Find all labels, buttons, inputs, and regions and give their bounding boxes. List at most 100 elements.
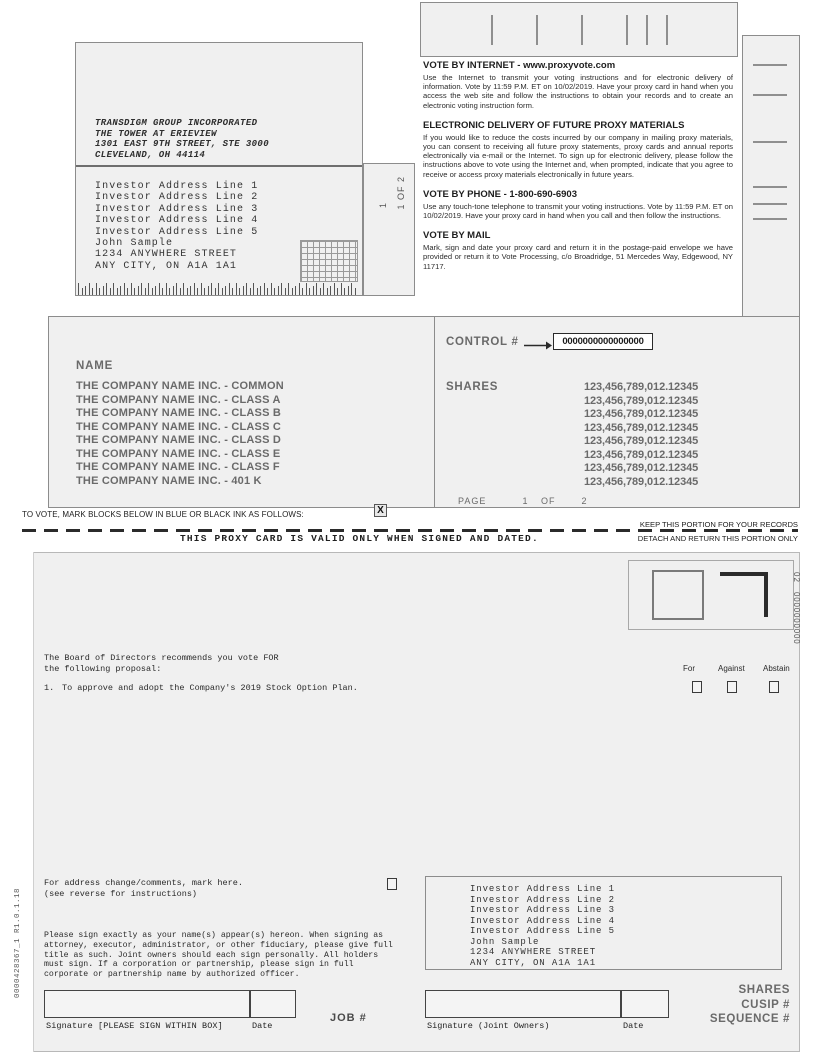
postal-bar (344, 288, 345, 295)
postal-bar (260, 286, 261, 295)
signature-field[interactable] (44, 990, 250, 1018)
name-row: THE COMPANY NAME INC. - 401 K (76, 474, 262, 487)
scan-corner-mark-icon (720, 572, 768, 617)
investor-address-line: Investor Address Line 4 (95, 215, 259, 227)
vote-checkbox-for[interactable] (692, 681, 702, 693)
investor-address-line: Investor Address Line 2 (95, 192, 259, 204)
address-change-note: For address change/comments, mark here. … (44, 878, 243, 900)
postal-bar (340, 283, 342, 295)
name-row: THE COMPANY NAME INC. - COMMON (76, 380, 284, 392)
vote-checkbox-against[interactable] (727, 681, 737, 693)
tail-label: SHARES (738, 984, 790, 996)
investor-address-line: Investor Address Line 3 (95, 203, 259, 215)
barcode-bars (421, 3, 737, 56)
postal-bar (274, 288, 275, 295)
postal-bar (316, 283, 317, 295)
postal-bar (267, 288, 268, 295)
x-mark-example-icon: X (374, 504, 387, 517)
shares-row: 123,456,789,012.12345 (584, 435, 699, 447)
postal-bar (246, 283, 247, 295)
page-one-vertical-label: 1 (378, 202, 388, 209)
shares-row: 123,456,789,012.12345 (584, 394, 699, 407)
keep-portion-note: KEEP THIS PORTION FOR YOUR RECORDS (639, 520, 798, 529)
postal-bar (176, 283, 177, 295)
postal-bar (193, 283, 195, 295)
postal-bar (204, 288, 205, 295)
postal-bar (137, 286, 139, 295)
postal-bar (214, 288, 216, 295)
tick-marks-column (742, 35, 800, 317)
name-list: THE COMPANY NAME INC. - COMMON THE COMPAN… (76, 380, 284, 488)
address-change-checkbox[interactable] (387, 878, 397, 890)
card-right-code-02: 02 (792, 572, 801, 583)
postal-bar (141, 283, 142, 295)
card-investor-address-block: Investor Address Line 1 Investor Address … (470, 884, 615, 968)
postal-bar (127, 288, 128, 295)
postal-bar (99, 288, 100, 295)
postal-bar (263, 283, 265, 295)
vote-checkbox-row (683, 681, 791, 697)
postal-bar (88, 283, 90, 295)
investor-address-block: Investor Address Line 1 Investor Address … (95, 181, 258, 272)
postal-bar (197, 288, 198, 295)
postal-bar (165, 283, 167, 295)
shares-row: 123,456,789,012.12345 (584, 475, 699, 488)
postal-bar-strip (78, 283, 360, 295)
proposal-number: 1. (44, 683, 55, 693)
postal-bar (337, 288, 338, 295)
postal-bar (120, 286, 121, 295)
investor-address-line: Investor Address Line 1 (95, 181, 259, 192)
postal-bar (113, 283, 114, 295)
postal-bar (218, 283, 219, 295)
company-address-line: 1301 EAST 9TH STREET, STE 3000 (95, 139, 270, 149)
postal-bar (235, 283, 237, 295)
joint-signature-field[interactable] (425, 990, 621, 1018)
control-number-label: CONTROL # (446, 336, 519, 348)
postal-bar (183, 283, 184, 295)
postal-bar (330, 286, 331, 295)
usps-imb-grid (300, 240, 358, 282)
postal-bar (155, 286, 156, 295)
postal-bar (200, 283, 202, 295)
tick-mark (753, 203, 787, 205)
postal-bar (81, 288, 83, 295)
vote-checkbox-abstain[interactable] (769, 681, 779, 693)
form-id-vertical-label: 0000428367_1 R1.0.1.18 (14, 888, 22, 999)
postal-bar (302, 288, 303, 295)
instruction-body: Use any touch-tone telephone to transmit… (423, 201, 733, 221)
postal-bar (242, 286, 244, 295)
postal-bar (95, 283, 97, 295)
date-field-label: Date (252, 1021, 273, 1031)
shares-cusip-sequence-labels: SHARES CUSIP # SEQUENCE # (640, 983, 790, 1027)
postal-bar (106, 283, 107, 295)
instruction-body: If you would like to reduce the costs in… (423, 132, 733, 179)
postal-bar (162, 288, 163, 295)
date-field[interactable] (250, 990, 296, 1018)
control-number-value: 0000000000000000 (553, 333, 653, 350)
name-row: THE COMPANY NAME INC. - CLASS D (76, 434, 282, 446)
postal-bar (179, 288, 181, 295)
shares-row: 123,456,789,012.12345 (584, 448, 699, 461)
arrow-right-icon (524, 341, 552, 350)
vote-header-abstain: Abstain (763, 664, 790, 673)
postal-bar (228, 283, 230, 295)
postal-bar (172, 286, 174, 295)
postal-bar (347, 286, 349, 295)
tick-mark (753, 186, 787, 188)
tail-label: CUSIP # (741, 998, 790, 1011)
name-row: THE COMPANY NAME INC. - CLASS C (76, 420, 282, 433)
card-investor-address-line: Investor Address Line 5 (470, 926, 615, 936)
postal-bar (354, 288, 356, 295)
postal-bar (253, 283, 254, 295)
investor-address-line: John Sample (95, 238, 174, 250)
instruction-body: Mark, sign and date your proxy card and … (423, 243, 733, 271)
card-right-code-number: 0000000000 (792, 592, 801, 645)
postal-bar (78, 283, 79, 295)
joint-signature-field-label: Signature (Joint Owners) (427, 1021, 550, 1031)
tick-mark (753, 141, 787, 143)
postal-bar (270, 283, 272, 295)
board-recommendation: The Board of Directors recommends you vo… (44, 653, 279, 674)
card-investor-address-line: ANY CITY, ON A1A 1A1 (470, 957, 597, 968)
postal-bar (130, 283, 132, 295)
card-investor-address-line: Investor Address Line 3 (470, 905, 615, 915)
